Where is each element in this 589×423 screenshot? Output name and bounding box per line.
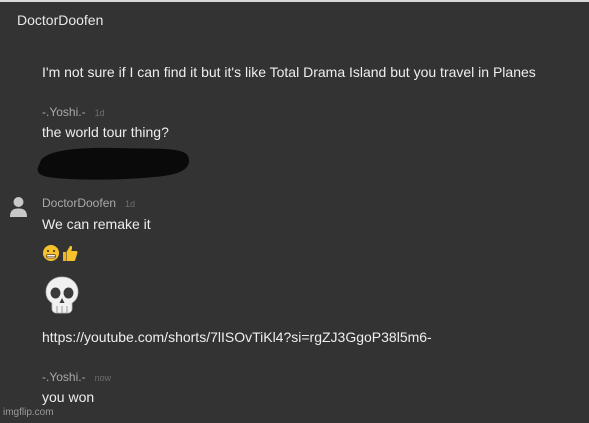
timestamp: 1d [94,108,105,118]
imgflip-watermark: imgflip.com [3,407,54,418]
user-avatar-icon[interactable] [9,196,28,217]
emoji-reaction-row [42,244,79,262]
message-text: I'm not sure if I can find it but it's l… [42,64,536,80]
top-border [0,0,589,2]
timestamp: 1d [125,199,136,209]
message-text: the world tour thing? [42,124,169,140]
message-meta: -.Yoshi.- now [42,370,111,384]
author-name[interactable]: -.Yoshi.- [42,105,86,119]
thumbs-up-icon [63,245,78,261]
author-name[interactable]: -.Yoshi.- [42,370,86,384]
message-text: you won [42,389,95,405]
message-meta: DoctorDoofen 1d [42,196,135,210]
timestamp: now [94,373,112,383]
header-author-name[interactable]: DoctorDoofen [17,12,103,28]
grimacing-face-icon [43,245,59,261]
message-link[interactable]: https://youtube.com/shorts/7lISOvTiKl4?s… [42,329,432,345]
author-name[interactable]: DoctorDoofen [42,196,116,210]
message-meta: -.Yoshi.- 1d [42,105,105,119]
message-text: We can remake it [42,216,151,232]
redaction-scribble [37,147,189,180]
skull-icon [45,276,79,314]
